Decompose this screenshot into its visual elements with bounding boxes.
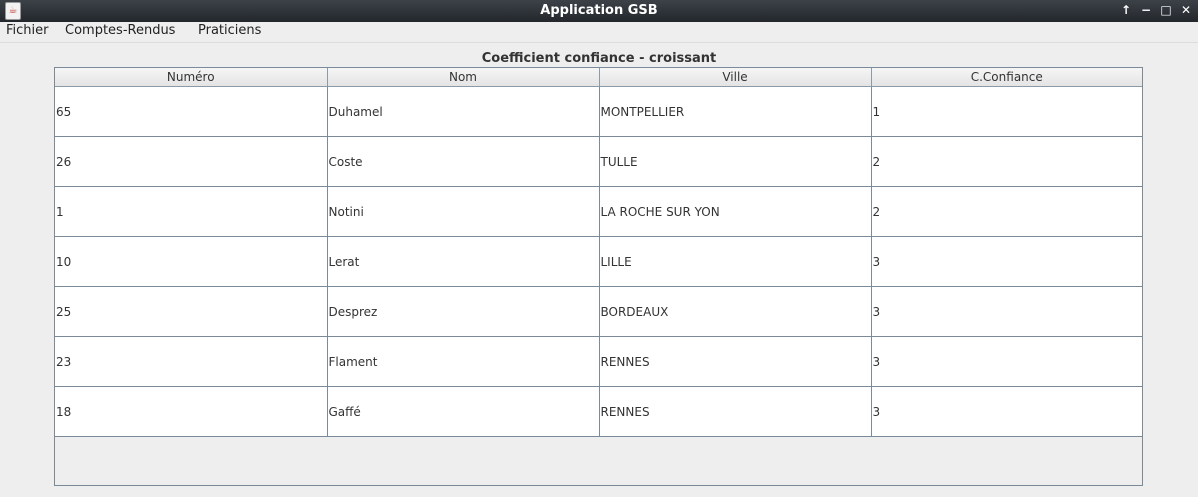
column-header-ville[interactable]: Ville [599,68,872,87]
window-title: Application GSB [540,3,658,18]
cell-numero[interactable]: 18 [55,386,328,437]
cell-confiance[interactable]: 3 [871,336,1142,387]
cell-numero[interactable]: 1 [55,186,328,237]
table-header-row: Numéro Nom Ville C.Confiance [55,68,1142,87]
column-header-confiance[interactable]: C.Confiance [871,68,1142,87]
menu-bar: Fichier Comptes-Rendus Praticiens [0,22,1198,43]
cell-confiance[interactable]: 3 [871,286,1142,337]
cell-numero[interactable]: 26 [55,136,328,187]
cell-numero[interactable]: 65 [55,86,328,137]
cell-numero[interactable]: 25 [55,286,328,337]
menu-fichier[interactable]: Fichier [6,23,49,38]
close-icon[interactable]: ✕ [1180,2,1192,18]
always-on-top-icon[interactable]: ↑ [1120,2,1132,18]
praticiens-table[interactable]: Numéro Nom Ville C.Confiance 65 Duhamel … [55,68,1142,437]
cell-ville[interactable]: LILLE [599,236,872,287]
table-row[interactable]: 18 Gaffé RENNES 3 [55,386,1142,437]
cell-confiance[interactable]: 2 [871,136,1142,187]
table-heading: Coefficient confiance - croissant [481,51,717,66]
column-header-nom[interactable]: Nom [327,68,600,87]
cell-nom[interactable]: Duhamel [327,86,600,137]
cell-confiance[interactable]: 2 [871,186,1142,237]
table-row[interactable]: 23 Flament RENNES 3 [55,336,1142,387]
cell-nom[interactable]: Gaffé [327,386,600,437]
table-row[interactable]: 65 Duhamel MONTPELLIER 1 [55,86,1142,137]
cell-nom[interactable]: Flament [327,336,600,387]
cell-ville[interactable]: RENNES [599,336,872,387]
minimize-icon[interactable]: − [1140,2,1152,18]
cell-nom[interactable]: Desprez [327,286,600,337]
title-bar: ☕ Application GSB ↑ − □ ✕ [0,0,1198,22]
cell-numero[interactable]: 10 [55,236,328,287]
cell-nom[interactable]: Lerat [327,236,600,287]
cell-confiance[interactable]: 3 [871,386,1142,437]
cell-nom[interactable]: Coste [327,136,600,187]
table-row[interactable]: 25 Desprez BORDEAUX 3 [55,286,1142,337]
cell-nom[interactable]: Notini [327,186,600,237]
cell-ville[interactable]: BORDEAUX [599,286,872,337]
menu-comptes-rendus[interactable]: Comptes-Rendus [65,23,175,38]
cell-confiance[interactable]: 1 [871,86,1142,137]
table-row[interactable]: 1 Notini LA ROCHE SUR YON 2 [55,186,1142,237]
maximize-icon[interactable]: □ [1160,2,1172,18]
cell-numero[interactable]: 23 [55,336,328,387]
cell-ville[interactable]: MONTPELLIER [599,86,872,137]
window-controls: ↑ − □ ✕ [1120,2,1192,18]
cell-ville[interactable]: LA ROCHE SUR YON [599,186,872,237]
table-row[interactable]: 10 Lerat LILLE 3 [55,236,1142,287]
table-scroll-pane[interactable]: Numéro Nom Ville C.Confiance 65 Duhamel … [54,67,1143,486]
column-header-numero[interactable]: Numéro [55,68,328,87]
cell-ville[interactable]: TULLE [599,136,872,187]
table-row[interactable]: 26 Coste TULLE 2 [55,136,1142,187]
menu-praticiens[interactable]: Praticiens [198,23,261,38]
cell-confiance[interactable]: 3 [871,236,1142,287]
cell-ville[interactable]: RENNES [599,386,872,437]
